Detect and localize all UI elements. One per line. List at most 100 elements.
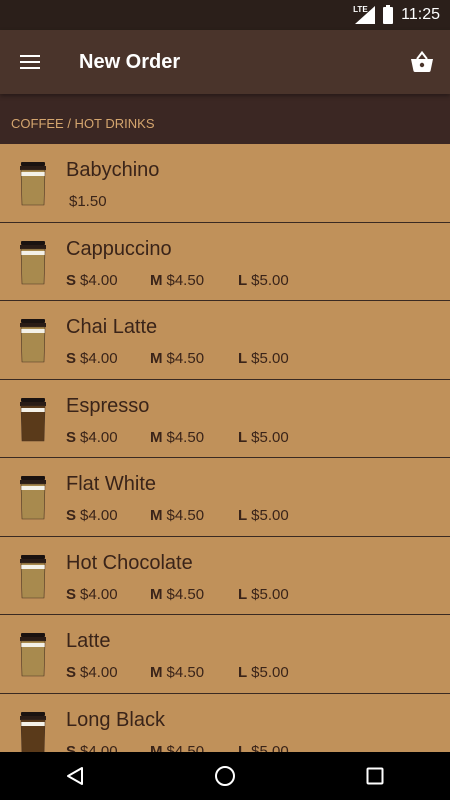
size-l-price: L $5.00 <box>238 586 289 603</box>
drink-sizes: S $4.00 M $4.50 L $5.00 <box>66 429 289 446</box>
size-s-price: S $4.00 <box>66 664 150 681</box>
price-value: $4.50 <box>166 350 205 367</box>
menu-button[interactable] <box>10 42 50 82</box>
price-value: $5.00 <box>251 664 289 681</box>
size-m-price: M $4.50 <box>150 272 238 289</box>
coffee-cup-icon <box>19 319 47 363</box>
size-label: L <box>238 271 248 289</box>
drink-sizes: S $4.00 M $4.50 L $5.00 <box>66 350 289 367</box>
recents-square-icon <box>366 767 384 785</box>
price-value: $4.00 <box>80 742 118 753</box>
price-value: $4.50 <box>166 585 205 603</box>
price-value: $4.00 <box>80 350 118 367</box>
drink-sizes: S $4.00 M $4.50 L $5.00 <box>66 586 289 603</box>
coffee-cup-icon <box>19 711 47 752</box>
battery-icon <box>383 4 394 24</box>
size-label: M <box>150 428 163 446</box>
size-l-price: L $5.00 <box>238 350 289 367</box>
drink-name: Chai Latte <box>66 316 158 338</box>
hamburger-icon <box>20 55 40 69</box>
coffee-cup-icon <box>19 240 47 285</box>
recents-button[interactable] <box>345 752 405 800</box>
size-label: L <box>238 664 248 681</box>
drink-list-item[interactable]: Chai Latte S $4.00 M $4.50 L $5.00 <box>0 301 450 380</box>
price-value: $5.00 <box>251 350 289 367</box>
drink-sizes: S $4.00 M $4.50 L $5.00 <box>66 743 289 753</box>
price-value: $4.00 <box>80 428 118 446</box>
size-s-price: S $4.00 <box>66 272 150 289</box>
size-label: S <box>66 350 77 367</box>
size-m-price: M $4.50 <box>150 743 238 753</box>
basket-button[interactable] <box>402 42 442 82</box>
drink-name: Latte <box>66 630 111 652</box>
price-value: $5.00 <box>251 428 289 446</box>
price-value: $5.00 <box>251 742 289 753</box>
size-label: S <box>66 271 77 289</box>
size-label: M <box>150 271 163 289</box>
price-value: $5.00 <box>251 507 289 524</box>
drink-list-item[interactable]: Flat White S $4.00 M $4.50 L $5.00 <box>0 458 450 537</box>
size-label: M <box>150 585 163 603</box>
price-value: $5.00 <box>251 271 289 289</box>
size-m-price: M $4.50 <box>150 586 238 603</box>
back-triangle-icon <box>67 767 83 785</box>
size-label: S <box>66 585 77 603</box>
drink-list: Babychino $1.50 Cappuccino S $4.00 M $4.50 L $5.… <box>0 144 450 752</box>
size-m-price: M $4.50 <box>150 429 238 446</box>
drink-name: Cappuccino <box>66 237 172 260</box>
size-m-price: M $4.50 <box>150 507 238 524</box>
back-button[interactable] <box>45 752 105 800</box>
network-label: LTE <box>353 5 368 14</box>
page-title: New Order <box>79 51 181 73</box>
drink-list-item[interactable]: Cappuccino S $4.00 M $4.50 L $5.00 <box>0 222 450 301</box>
drink-list-item[interactable]: Espresso S $4.00 M $4.50 L $5.00 <box>0 379 450 458</box>
size-label: L <box>238 585 248 603</box>
drink-list-item[interactable]: Latte S $4.00 M $4.50 L $5.00 <box>0 615 450 694</box>
size-label: S <box>66 742 77 753</box>
size-s-price: S $4.00 <box>66 743 150 753</box>
size-s-price: S $4.00 <box>66 350 150 367</box>
size-label: L <box>238 350 248 367</box>
drink-price: $1.50 <box>69 193 107 210</box>
drink-name: Long Black <box>66 708 165 731</box>
price-value: $5.00 <box>251 585 289 603</box>
drink-name: Babychino <box>66 159 160 181</box>
system-nav-bar <box>0 752 450 800</box>
coffee-cup-icon <box>19 397 47 442</box>
drink-name: Espresso <box>66 394 150 417</box>
status-icons: LTE 11:25 <box>353 0 440 30</box>
price-value: $4.50 <box>166 742 205 753</box>
status-bar: LTE 11:25 <box>0 0 450 30</box>
size-l-price: L $5.00 <box>238 507 289 524</box>
size-label: M <box>150 507 163 524</box>
price-value: $4.00 <box>80 585 118 603</box>
size-label: S <box>66 664 77 681</box>
size-m-price: M $4.50 <box>150 350 238 367</box>
coffee-cup-icon <box>19 554 47 599</box>
lte-signal-icon: LTE <box>353 4 376 26</box>
drink-list-item[interactable]: Long Black S $4.00 M $4.50 L $5.00 <box>0 693 450 753</box>
size-s-price: S $4.00 <box>66 507 150 524</box>
drink-sizes: S $4.00 M $4.50 L $5.00 <box>66 507 289 524</box>
basket-icon <box>411 51 433 72</box>
category-header: COFFEE / HOT DRINKS <box>0 94 450 144</box>
size-l-price: L $5.00 <box>238 272 289 289</box>
size-label: M <box>150 350 163 367</box>
price-value: $4.00 <box>80 271 118 289</box>
home-button[interactable] <box>195 752 255 800</box>
drink-name: Hot Chocolate <box>66 551 193 574</box>
drink-list-item[interactable]: Babychino $1.50 <box>0 144 450 223</box>
size-label: L <box>238 742 248 753</box>
price-value: $4.50 <box>166 664 205 681</box>
price-value: $4.50 <box>166 507 205 524</box>
size-label: L <box>238 428 248 446</box>
drink-name: Flat White <box>66 473 157 495</box>
price-value: $4.00 <box>80 664 118 681</box>
coffee-cup-icon <box>19 476 47 520</box>
price-value: $4.50 <box>166 428 205 446</box>
drink-sizes: S $4.00 M $4.50 L $5.00 <box>66 664 289 681</box>
drink-list-item[interactable]: Hot Chocolate S $4.00 M $4.50 L $5.00 <box>0 536 450 615</box>
coffee-cup-icon <box>19 633 47 677</box>
price-value: $4.00 <box>80 507 118 524</box>
size-label: M <box>150 742 163 753</box>
